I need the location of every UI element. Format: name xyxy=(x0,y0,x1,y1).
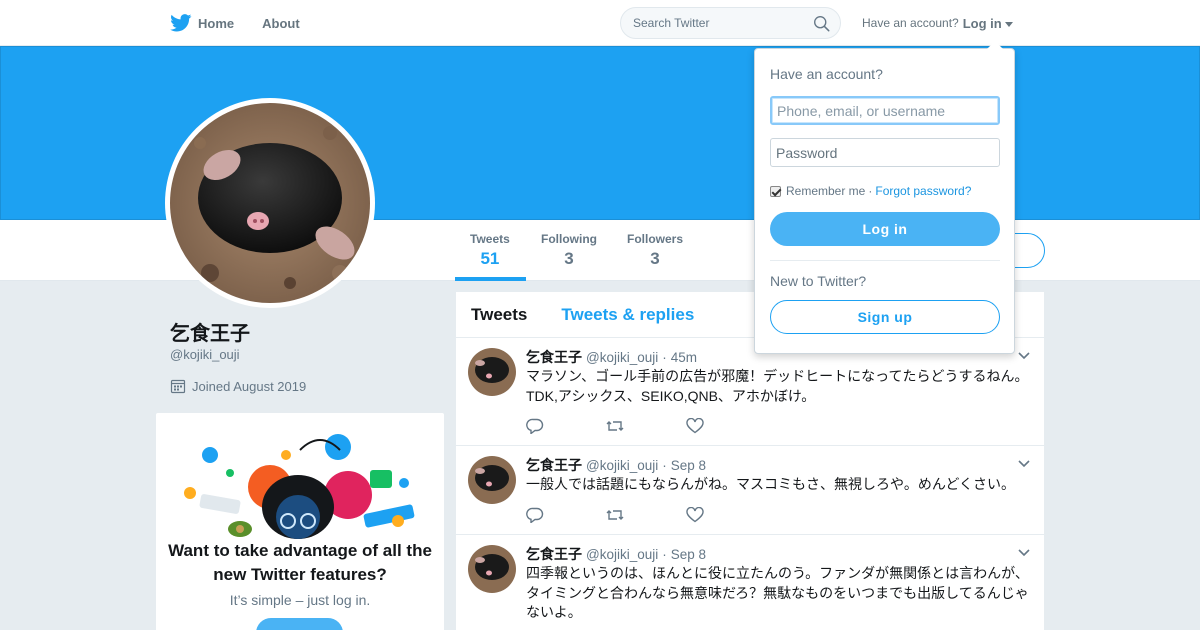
reply-icon[interactable] xyxy=(526,418,606,435)
tweet-author-name[interactable]: 乞食王子 xyxy=(526,455,582,475)
home-label: Home xyxy=(198,15,235,31)
chevron-down-icon[interactable] xyxy=(1018,460,1030,468)
profile-avatar[interactable] xyxy=(165,98,375,308)
chevron-down-icon[interactable] xyxy=(1018,352,1030,360)
tweet-avatar[interactable] xyxy=(468,456,516,504)
account-menu: Have an account? Log in xyxy=(862,0,1013,46)
stat-value: 3 xyxy=(650,249,660,268)
twitter-bird-icon xyxy=(170,14,192,32)
profile-display-name[interactable]: 乞食王子 xyxy=(170,317,250,346)
login-promo-card: Want to take advantage of all the new Tw… xyxy=(156,413,444,630)
caret-down-icon[interactable] xyxy=(1004,21,1013,27)
stat-label: Tweets xyxy=(470,232,510,246)
followers-stat[interactable]: Followers 3 xyxy=(627,232,683,269)
stat-value: 51 xyxy=(480,249,500,268)
separator-dot: · xyxy=(662,547,667,562)
remember-me-checkbox[interactable] xyxy=(770,185,781,197)
tweet-avatar[interactable] xyxy=(468,348,516,396)
reply-icon[interactable] xyxy=(526,507,606,524)
tweet-text: 一般人では話題にもならんがね。マスコミもさ、無視しろや。めんどくさい。 xyxy=(526,476,1016,492)
joined-text: Joined August 2019 xyxy=(192,378,307,394)
tweet-header: 乞食王子 @kojiki_ouji · Sep 8 xyxy=(526,455,706,475)
nav-left: Home About xyxy=(170,0,328,46)
search-icon[interactable] xyxy=(813,15,830,32)
active-tab-underline xyxy=(455,277,526,281)
login-button[interactable]: Log in xyxy=(770,212,1000,246)
username-field[interactable]: Phone, email, or username xyxy=(770,96,1000,125)
tweet-author-handle[interactable]: @kojiki_ouji xyxy=(586,458,658,473)
separator-dot: · xyxy=(662,350,667,365)
signup-button[interactable]: Sign up xyxy=(770,300,1000,334)
divider xyxy=(770,260,1000,261)
forgot-password-link[interactable]: Forgot password? xyxy=(875,184,971,198)
separator-dot: · xyxy=(868,184,873,198)
tweet-timestamp[interactable]: Sep 8 xyxy=(671,547,706,562)
dropdown-title: Have an account? xyxy=(770,66,883,82)
joined-date: Joined August 2019 xyxy=(170,378,306,394)
password-placeholder: Password xyxy=(776,144,838,161)
promo-illustration xyxy=(184,434,415,539)
username-placeholder: Phone, email, or username xyxy=(777,102,946,119)
tweet[interactable]: 乞食王子 @kojiki_ouji · Sep 8 四季報というのは、ほんとに役… xyxy=(456,535,1044,630)
search-input[interactable]: Search Twitter xyxy=(620,7,841,39)
tweet-author-handle[interactable]: @kojiki_ouji xyxy=(586,547,658,562)
separator-dot: · xyxy=(662,458,667,473)
stat-label: Followers xyxy=(627,232,684,246)
tweet-timestamp[interactable]: Sep 8 xyxy=(671,458,706,473)
dropdown-arrow xyxy=(987,41,1003,49)
tweet-text: 四季報というのは、ほんとに役に立たんのう。ファンダが無関係とは言わんが、タイミン… xyxy=(526,565,1029,620)
promo-subtitle: It’s simple – just log in. xyxy=(229,592,371,608)
tweet-header: 乞食王子 @kojiki_ouji · Sep 8 xyxy=(526,544,706,564)
stat-label: Following xyxy=(541,232,597,246)
tweet-header: 乞食王子 @kojiki_ouji · 45m xyxy=(526,347,697,367)
tweets-stat[interactable]: Tweets 51 xyxy=(470,232,510,269)
calendar-icon xyxy=(170,379,186,394)
new-to-twitter-text: New to Twitter? xyxy=(770,273,867,289)
mole-avatar-thumbnail xyxy=(468,456,516,504)
remember-me-label[interactable]: Remember me xyxy=(786,184,865,198)
top-navigation-bar: Home About Search Twitter Have an accoun… xyxy=(0,0,1200,46)
promo-title: Want to take advantage of all the new Tw… xyxy=(168,541,432,584)
tweet-author-name[interactable]: 乞食王子 xyxy=(526,544,582,564)
tweet[interactable]: 乞食王子 @kojiki_ouji · 45m マラソン、ゴール手前の広告が邪魔… xyxy=(456,338,1044,446)
tweet-actions xyxy=(526,506,766,524)
like-heart-icon[interactable] xyxy=(686,417,766,434)
mole-avatar-thumbnail xyxy=(468,545,516,593)
promo-login-button[interactable] xyxy=(256,618,343,630)
tweet-author-name[interactable]: 乞食王子 xyxy=(526,347,582,367)
password-field[interactable]: Password xyxy=(770,138,1000,167)
tab-tweets-and-replies[interactable]: Tweets & replies xyxy=(561,305,694,325)
following-stat[interactable]: Following 3 xyxy=(541,232,597,269)
tweet-text: マラソン、ゴール手前の広告が邪魔！デッドヒートになってたらどうするねん。TDK,… xyxy=(526,368,1029,404)
tweet-actions xyxy=(526,417,766,435)
mole-avatar-thumbnail xyxy=(468,348,516,396)
retweet-icon[interactable] xyxy=(606,418,686,434)
profile-handle[interactable]: @kojiki_ouji xyxy=(170,347,240,362)
tweet-author-handle[interactable]: @kojiki_ouji xyxy=(586,350,658,365)
tweet-timestamp[interactable]: 45m xyxy=(671,350,697,365)
mole-photo-avatar xyxy=(170,103,370,303)
stat-value: 3 xyxy=(564,249,574,268)
login-link[interactable]: Log in xyxy=(963,16,1002,31)
tweet-avatar[interactable] xyxy=(468,545,516,593)
home-link[interactable]: Home xyxy=(170,14,234,32)
like-heart-icon[interactable] xyxy=(686,506,766,523)
search-placeholder: Search Twitter xyxy=(633,16,710,30)
tab-tweets[interactable]: Tweets xyxy=(471,305,527,325)
have-account-text: Have an account? xyxy=(862,16,959,30)
about-link[interactable]: About xyxy=(262,16,300,31)
chevron-down-icon[interactable] xyxy=(1018,549,1030,557)
retweet-icon[interactable] xyxy=(606,507,686,523)
remember-row: Remember me · Forgot password? xyxy=(770,184,971,198)
login-dropdown: Have an account? Phone, email, or userna… xyxy=(754,41,1015,354)
tweet[interactable]: 乞食王子 @kojiki_ouji · Sep 8 一般人では話題にもならんがね… xyxy=(456,446,1044,535)
